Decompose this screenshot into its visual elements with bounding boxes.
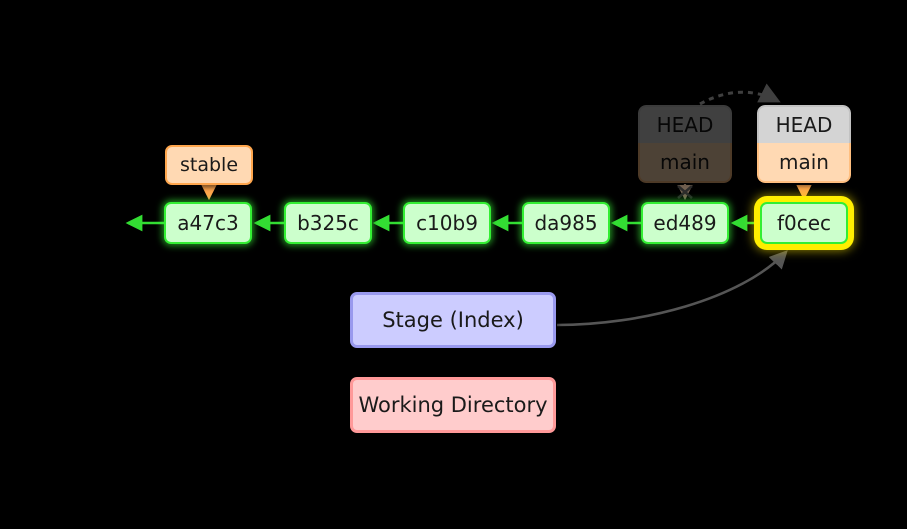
head-move-arrow xyxy=(699,83,781,106)
commit-node-a47c3[interactable]: a47c3 xyxy=(164,202,252,244)
commit-label: c10b9 xyxy=(416,211,478,235)
commit-node-f0cec[interactable]: f0cec xyxy=(760,202,848,244)
head-text: HEAD xyxy=(656,113,714,137)
commit-node-b325c[interactable]: b325c xyxy=(284,202,372,244)
tag-node-stable[interactable]: stable xyxy=(165,145,253,185)
commit-label: b325c xyxy=(297,211,359,235)
workdir-label: Working Directory xyxy=(358,393,548,417)
commit-creation-arrow xyxy=(556,250,788,327)
commit-label: a47c3 xyxy=(177,211,239,235)
ref-box-head-old: HEAD main xyxy=(638,105,732,183)
arrow-layer xyxy=(125,83,812,327)
head-label-old: HEAD xyxy=(638,105,732,143)
branch-label-new: main xyxy=(757,143,851,183)
commit-label: da985 xyxy=(534,211,598,235)
commit-label: f0cec xyxy=(776,211,832,235)
ref-box-head-new[interactable]: HEAD main xyxy=(757,105,851,183)
tag-label: stable xyxy=(179,154,239,176)
head-text: HEAD xyxy=(775,113,833,137)
branch-text: main xyxy=(779,150,829,174)
invalidated-x-marker xyxy=(677,185,693,199)
commit-label: ed489 xyxy=(653,211,717,235)
branch-label-old: main xyxy=(638,143,732,183)
working-directory-box[interactable]: Working Directory xyxy=(350,377,556,433)
commit-node-c10b9[interactable]: c10b9 xyxy=(403,202,491,244)
stage-index-box[interactable]: Stage (Index) xyxy=(350,292,556,348)
stage-label: Stage (Index) xyxy=(382,308,524,332)
commit-node-ed489[interactable]: ed489 xyxy=(641,202,729,244)
git-commit-diagram: a47c3 b325c c10b9 da985 ed489 f0cec stab… xyxy=(0,0,907,529)
commit-node-da985[interactable]: da985 xyxy=(522,202,610,244)
branch-text: main xyxy=(660,150,710,174)
head-label-new: HEAD xyxy=(757,105,851,143)
